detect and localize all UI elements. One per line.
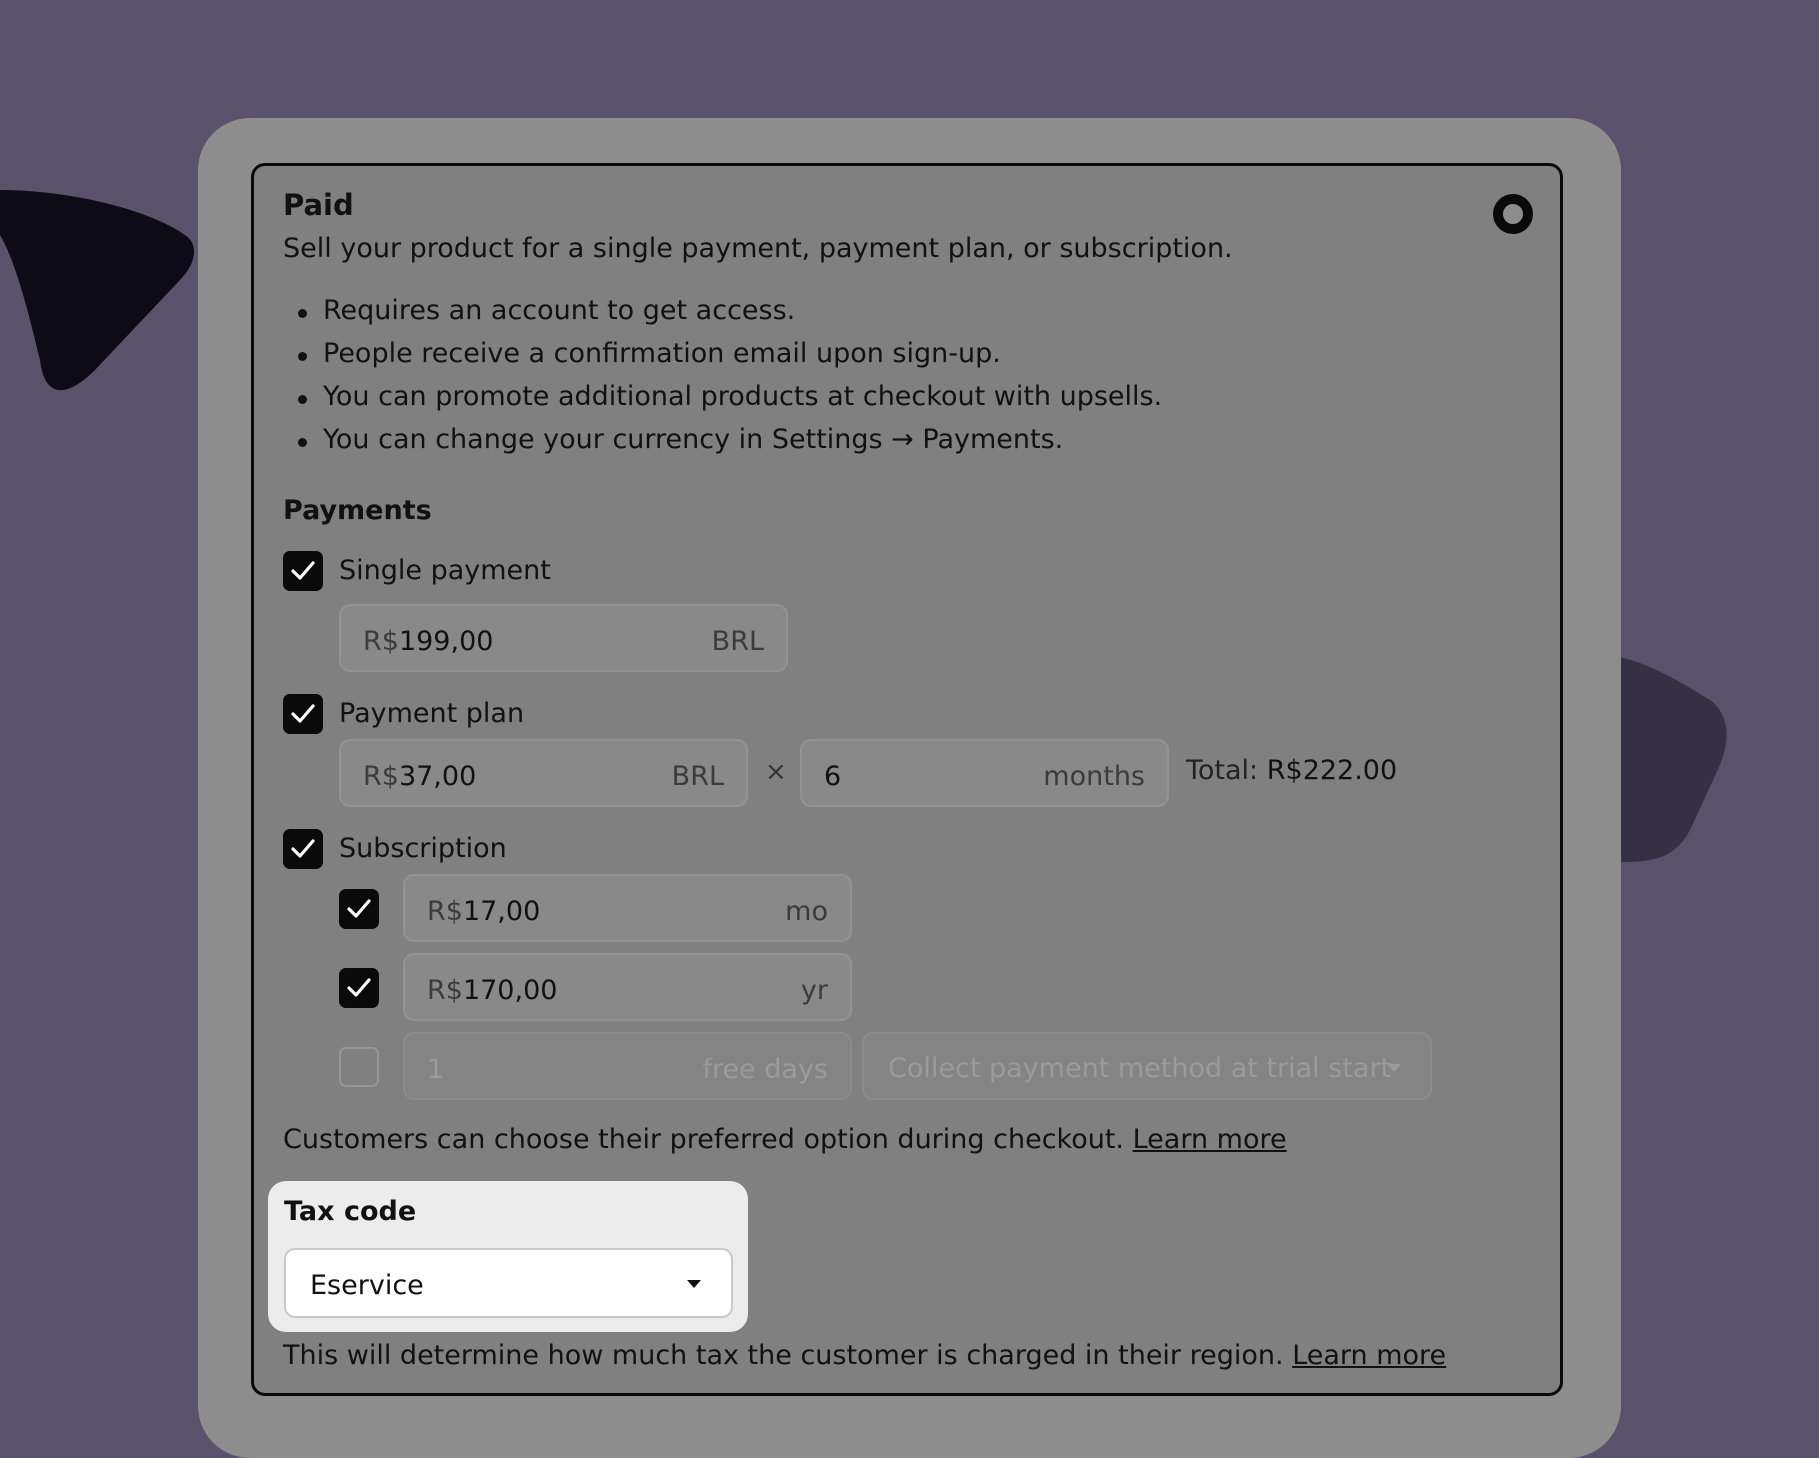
chevron-down-icon [687,1280,701,1288]
single-payment-checkbox[interactable] [283,551,323,591]
trial-collection-dropdown[interactable]: Collect payment method at trial start [862,1032,1432,1100]
paid-option-description: Sell your product for a single payment, … [283,233,1233,264]
free-trial-checkbox[interactable] [339,1047,379,1087]
payment-plan-months-input[interactable]: 6 months [800,739,1169,807]
payments-learn-more-link[interactable]: Learn more [1133,1124,1287,1155]
payment-plan-label: Payment plan [339,698,525,729]
single-payment-amount-input[interactable]: R$199,00 BRL [339,604,788,672]
yearly-price-input[interactable]: R$170,00 yr [403,953,852,1021]
tax-learn-more-link[interactable]: Learn more [1292,1340,1446,1371]
monthly-price-input[interactable]: R$17,00 mo [403,874,852,942]
checkmark-icon [347,978,371,997]
monthly-unit: mo [785,896,828,927]
payments-heading: Payments [283,495,432,526]
payment-plan-total: Total: R$222.00 [1186,755,1398,786]
payment-plan-checkbox[interactable] [283,694,323,734]
currency-code: BRL [671,761,724,792]
yearly-subscription-checkbox[interactable] [339,968,379,1008]
months-unit: months [1043,761,1145,792]
decorative-shape-left [0,190,195,391]
single-payment-label: Single payment [339,555,551,586]
free-days-unit: free days [702,1054,828,1085]
tax-code-label: Tax code [284,1196,417,1227]
payments-helper-text: Customers can choose their preferred opt… [283,1124,1287,1155]
checkmark-icon [291,839,315,858]
paid-option-title: Paid [283,188,354,222]
tax-code-dropdown[interactable]: Eservice [284,1248,733,1318]
yearly-unit: yr [800,975,828,1006]
currency-code: BRL [711,626,764,657]
monthly-subscription-checkbox[interactable] [339,889,379,929]
payment-plan-amount-input[interactable]: R$37,00 BRL [339,739,748,807]
checkmark-icon [291,561,315,580]
multiply-sign: × [765,757,787,787]
free-trial-days-input[interactable]: 1 free days [403,1032,852,1100]
tax-helper-text: This will determine how much tax the cus… [283,1340,1447,1371]
checkmark-icon [347,899,371,918]
checkmark-icon [291,704,315,723]
chevron-down-icon [1387,1064,1401,1072]
subscription-checkbox[interactable] [283,829,323,869]
subscription-label: Subscription [339,833,507,864]
paid-radio-button[interactable] [1493,194,1533,234]
